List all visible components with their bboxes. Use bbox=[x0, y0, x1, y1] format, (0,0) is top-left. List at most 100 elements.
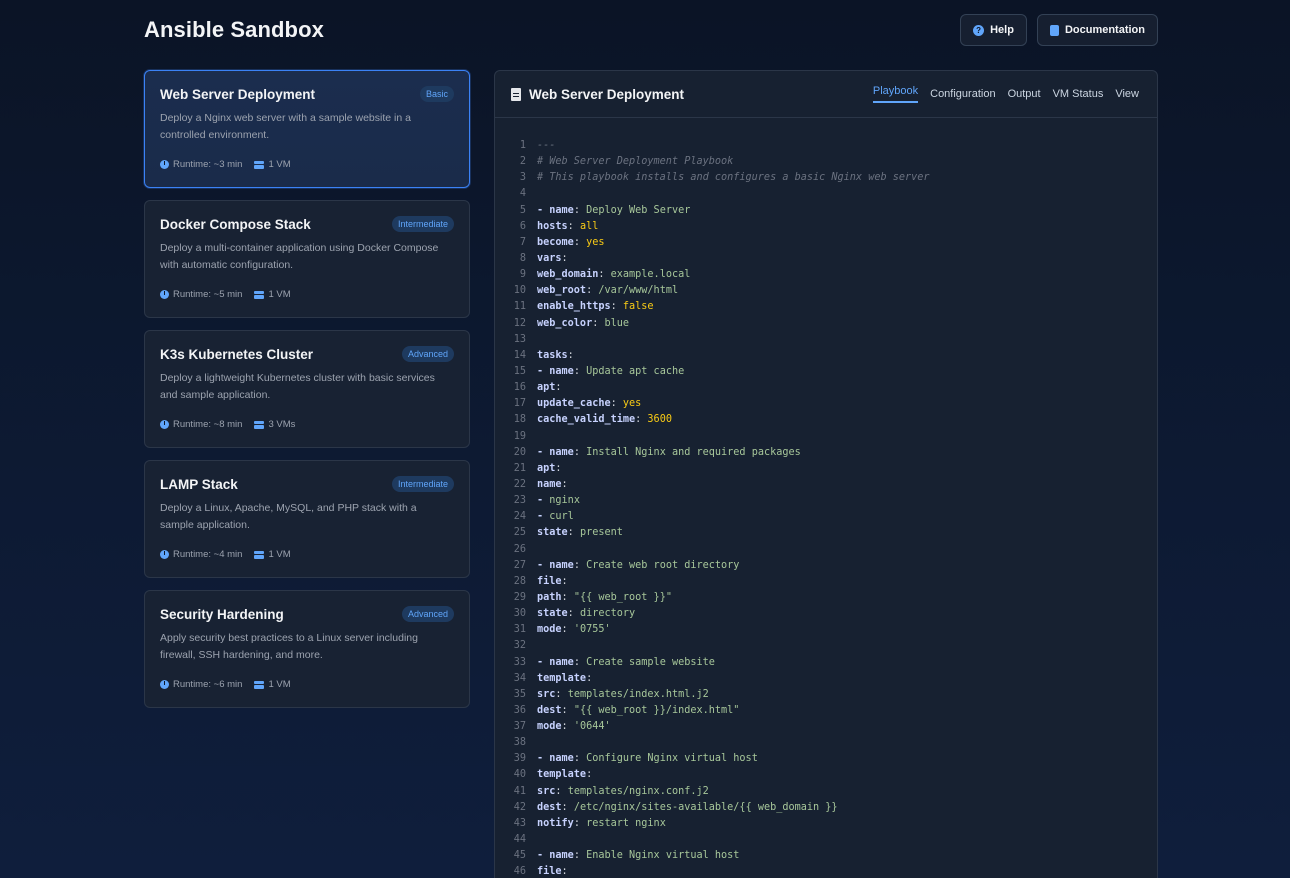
line-number: 32 bbox=[513, 640, 526, 652]
vm-count-info: 1 VM bbox=[254, 549, 291, 560]
code-line: 22 name: bbox=[495, 477, 1157, 493]
scenario-list: Web Server Deployment Basic Deploy a Nginx… bbox=[144, 70, 470, 720]
runtime-info: Runtime: ~4 min bbox=[160, 549, 242, 560]
line-number: 30 bbox=[513, 608, 526, 620]
code-line: 8 vars: bbox=[495, 251, 1157, 267]
code-text: - name: Install Nginx and required packa… bbox=[537, 446, 801, 458]
line-number: 39 bbox=[513, 753, 526, 765]
runtime-info: Runtime: ~8 min bbox=[160, 419, 242, 430]
line-number: 37 bbox=[513, 721, 526, 733]
code-text: web_root: /var/www/html bbox=[537, 285, 679, 297]
server-icon bbox=[254, 290, 265, 299]
scenario-card[interactable]: K3s Kubernetes Cluster Advanced Deploy a l… bbox=[144, 330, 470, 448]
code-line: 34 template: bbox=[495, 671, 1157, 687]
tab-configuration[interactable]: Configuration bbox=[930, 71, 995, 117]
line-number: 15 bbox=[513, 365, 526, 377]
difficulty-badge: Advanced bbox=[401, 606, 454, 622]
code-line: 19 bbox=[495, 429, 1157, 445]
line-number: 21 bbox=[513, 462, 526, 474]
code-text: template: bbox=[537, 672, 593, 684]
code-line: 21 apt: bbox=[495, 461, 1157, 477]
scenario-card-header: LAMP Stack Intermediate bbox=[160, 476, 454, 492]
line-number: 29 bbox=[513, 591, 526, 603]
code-line: 33 - name: Create sample website bbox=[495, 655, 1157, 671]
code-line: 23 - nginx bbox=[495, 493, 1157, 509]
line-number: 31 bbox=[513, 624, 526, 636]
tab-view[interactable]: View bbox=[1115, 71, 1139, 117]
line-number: 40 bbox=[513, 769, 526, 781]
tab-vm-status[interactable]: VM Status bbox=[1053, 71, 1104, 117]
documentation-button[interactable]: Documentation bbox=[1036, 14, 1158, 46]
code-text: --- bbox=[537, 140, 556, 151]
tab-playbook[interactable]: Playbook bbox=[872, 71, 919, 117]
runtime-text: Runtime: ~4 min bbox=[173, 549, 243, 560]
playbook-code-view: 1 --- 2 # Web Server Deployment Playbook 3 # … bbox=[495, 118, 1157, 878]
scenario-card[interactable]: Web Server Deployment Basic Deploy a Nginx… bbox=[144, 70, 470, 188]
scenario-title: LAMP Stack bbox=[160, 476, 238, 492]
code-line: 32 bbox=[495, 638, 1157, 654]
code-text: dest: /etc/nginx/sites-available/{{ web_… bbox=[537, 801, 838, 813]
vm-count-info: 1 VM bbox=[254, 159, 291, 170]
code-line: 27 - name: Create web root directory bbox=[495, 558, 1157, 574]
vm-count-text: 1 VM bbox=[268, 159, 291, 170]
scenario-description: Apply security best practices to a Linux… bbox=[160, 632, 418, 661]
line-number: 28 bbox=[513, 575, 526, 587]
line-number: 17 bbox=[513, 398, 526, 410]
scenario-meta: Runtime: ~6 min 1 VM bbox=[160, 679, 291, 690]
help-button[interactable]: ? Help bbox=[960, 14, 1027, 46]
line-number: 5 bbox=[519, 204, 526, 216]
code-text: - name: Create web root directory bbox=[537, 559, 740, 571]
line-number: 42 bbox=[513, 801, 526, 813]
vm-count-info: 1 VM bbox=[254, 289, 291, 300]
tab-output[interactable]: Output bbox=[1008, 71, 1041, 117]
runtime-text: Runtime: ~6 min bbox=[173, 679, 243, 690]
code-line: 20 - name: Install Nginx and required pac… bbox=[495, 445, 1157, 461]
code-line: 11 enable_https: false bbox=[495, 299, 1157, 315]
scenario-meta: Runtime: ~5 min 1 VM bbox=[160, 289, 291, 300]
scenario-card[interactable]: Docker Compose Stack Intermediate Deploy a… bbox=[144, 200, 470, 318]
code-text: hosts: all bbox=[537, 220, 599, 232]
line-number: 13 bbox=[513, 333, 526, 345]
code-line: 3 # This playbook installs and configures… bbox=[495, 170, 1157, 186]
scenario-card[interactable]: LAMP Stack Intermediate Deploy a Linux, Ap… bbox=[144, 460, 470, 578]
code-line: 13 bbox=[495, 332, 1157, 348]
line-number: 24 bbox=[513, 511, 526, 523]
line-number: 1 bbox=[519, 140, 526, 151]
code-text: state: directory bbox=[537, 608, 636, 620]
code-line: 7 become: yes bbox=[495, 235, 1157, 251]
line-number: 16 bbox=[513, 382, 526, 394]
scenario-card[interactable]: Security Hardening Advanced Apply security… bbox=[144, 590, 470, 708]
line-number: 36 bbox=[513, 704, 526, 716]
code-text: enable_https: false bbox=[537, 301, 654, 313]
code-line: 39 - name: Configure Nginx virtual host bbox=[495, 751, 1157, 767]
code-text: tasks: bbox=[537, 349, 574, 361]
scenario-title: Security Hardening bbox=[160, 606, 284, 622]
scenario-meta: Runtime: ~4 min 1 VM bbox=[160, 549, 291, 560]
clock-icon bbox=[160, 680, 169, 689]
clock-icon bbox=[160, 290, 169, 299]
code-line: 14 tasks: bbox=[495, 348, 1157, 364]
code-text: file: bbox=[537, 575, 568, 587]
line-number: 41 bbox=[513, 785, 526, 797]
scenario-card-header: K3s Kubernetes Cluster Advanced bbox=[160, 346, 454, 362]
code-line: 4 bbox=[495, 186, 1157, 202]
code-line: 17 update_cache: yes bbox=[495, 396, 1157, 412]
code-line: 10 web_root: /var/www/html bbox=[495, 283, 1157, 299]
line-number: 43 bbox=[513, 817, 526, 829]
scenario-card-header: Web Server Deployment Basic bbox=[160, 86, 454, 102]
tab-label: Playbook bbox=[872, 85, 919, 103]
code-text: # Web Server Deployment Playbook bbox=[537, 156, 734, 168]
line-number: 35 bbox=[513, 688, 526, 700]
vm-count-text: 1 VM bbox=[268, 679, 291, 690]
code-line: 28 file: bbox=[495, 574, 1157, 590]
code-line: 30 state: directory bbox=[495, 606, 1157, 622]
difficulty-badge: Intermediate bbox=[391, 476, 454, 492]
code-text: # This playbook installs and configures … bbox=[537, 172, 930, 184]
scenario-title: K3s Kubernetes Cluster bbox=[160, 346, 314, 362]
code-text: - name: Create sample website bbox=[537, 656, 715, 668]
runtime-text: Runtime: ~3 min bbox=[173, 159, 243, 170]
difficulty-badge: Advanced bbox=[401, 346, 454, 362]
scenario-meta: Runtime: ~3 min 1 VM bbox=[160, 159, 291, 170]
header-actions: ? Help Documentation bbox=[960, 14, 1158, 46]
line-number: 38 bbox=[513, 737, 526, 749]
